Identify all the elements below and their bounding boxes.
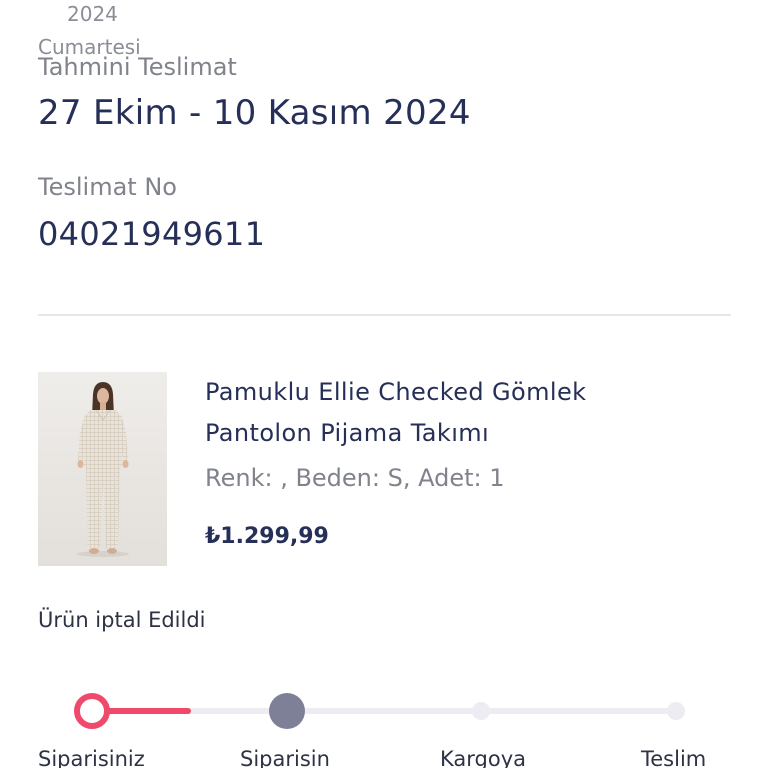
order-year: 2024 — [67, 2, 118, 26]
step-2-label: Siparisin — [240, 747, 330, 768]
step-2-marker — [269, 693, 305, 729]
step-1-label: Siparisiniz — [38, 747, 145, 768]
product-image[interactable] — [38, 372, 167, 566]
estimated-delivery-value: 27 Ekim - 10 Kasım 2024 — [38, 93, 471, 133]
product-photo-icon — [38, 372, 167, 566]
step-3-label: Kargoya — [440, 747, 527, 768]
order-status-text: Ürün iptal Edildi — [38, 608, 206, 632]
product-attributes: Renk: , Beden: S, Adet: 1 — [205, 464, 505, 492]
step-4-label: Teslim — [641, 747, 707, 768]
product-title[interactable]: Pamuklu Ellie Checked Gömlek Pantolon Pi… — [205, 372, 586, 454]
delivery-number-label: Teslimat No — [38, 173, 177, 201]
product-title-line-1: Pamuklu Ellie Checked Gömlek — [205, 378, 587, 406]
product-price: ₺1.299,99 — [205, 524, 329, 549]
progress-step-labels: Siparisiniz Siparisin Kargoya Teslim — [0, 747, 768, 768]
product-title-line-2: Pantolon Pijama Takımı — [205, 419, 490, 447]
delivery-number-value: 04021949611 — [38, 215, 266, 253]
step-3-marker — [472, 702, 490, 720]
step-4-marker — [667, 702, 685, 720]
estimated-delivery-label: Tahmini Teslimat — [38, 53, 237, 81]
step-1-marker — [74, 693, 110, 729]
section-divider — [38, 314, 731, 316]
progress-track — [92, 708, 676, 714]
